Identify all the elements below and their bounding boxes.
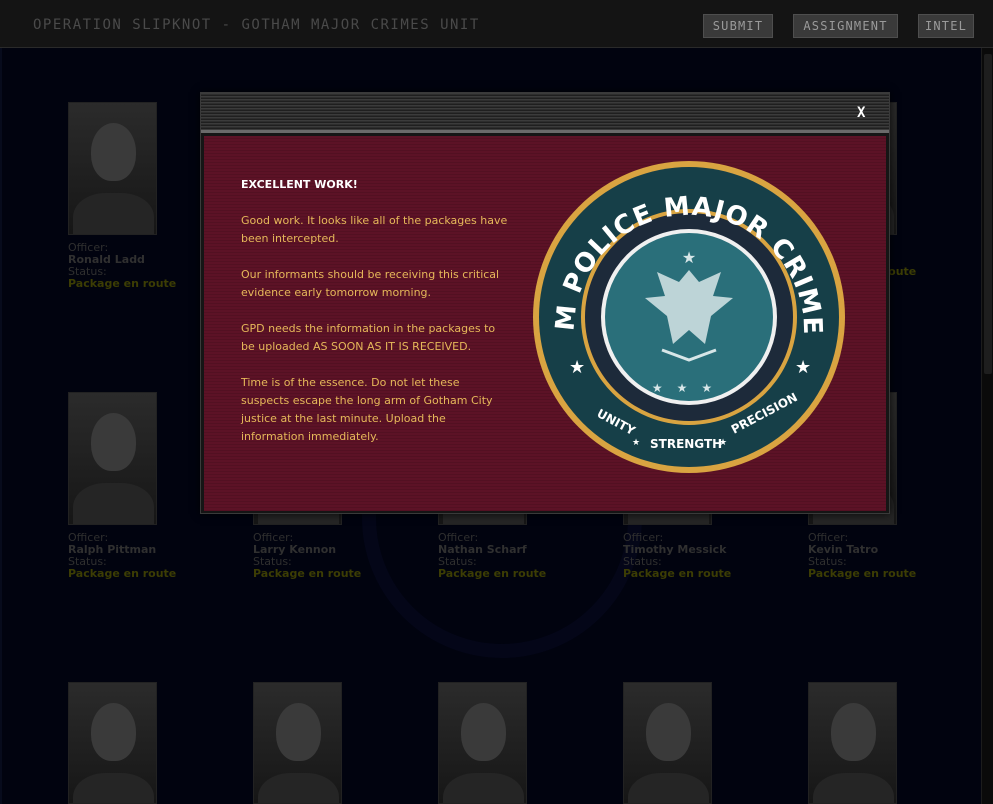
svg-text:★: ★ [795,357,811,378]
officer-card[interactable] [438,682,588,804]
intel-button[interactable]: INTEL [918,14,974,38]
officer-status: Package en route [68,277,177,290]
officer-card[interactable] [808,682,958,804]
officer-photo [68,102,157,235]
scrollbar-thumb[interactable] [984,54,992,374]
seal-word-strength: STRENGTH [650,437,722,451]
officer-photo [808,682,897,804]
svg-text:★★★: ★★★ [652,381,726,395]
vertical-scrollbar[interactable] [981,48,993,804]
dialog-body: EXCELLENT WORK! Good work. It looks like… [204,136,886,511]
officer-card[interactable]: Officer: Ralph Pittman Status: Package e… [68,392,218,580]
svg-text:★: ★ [682,248,696,267]
dialog-titlebar: X [201,93,889,133]
officer-photo [438,682,527,804]
dialog-headline: EXCELLENT WORK! [241,178,358,191]
assignment-button[interactable]: ASSIGNMENT [793,14,898,38]
dialog-paragraph: Our informants should be receiving this … [241,268,500,299]
officer-card[interactable] [253,682,403,804]
officer-status: Package en route [68,567,177,580]
officer-card[interactable] [68,682,218,804]
officer-photo [253,682,342,804]
officer-card[interactable] [623,682,773,804]
svg-text:★: ★ [719,438,727,448]
close-icon[interactable]: X [857,106,869,120]
officer-status: Package en route [438,567,547,580]
officer-photo [68,682,157,804]
officer-status: Package en route [623,567,732,580]
success-dialog: X EXCELLENT WORK! Good work. It looks li… [200,92,890,514]
svg-text:★: ★ [632,438,640,448]
submit-button[interactable]: SUBMIT [703,14,773,38]
page-title: OPERATION SLIPKNOT - GOTHAM MAJOR CRIMES… [33,17,480,33]
officer-card[interactable]: Officer: Ronald Ladd Status: Package en … [68,102,218,290]
dialog-paragraph: Good work. It looks like all of the pack… [241,214,508,245]
dialog-paragraph: Time is of the essence. Do not let these… [241,376,493,443]
top-header: OPERATION SLIPKNOT - GOTHAM MAJOR CRIMES… [0,0,993,48]
officer-status: Package en route [808,567,917,580]
officer-status: Package en route [253,567,362,580]
gotham-police-seal-icon: ★ ★★★ ★ ★ GOTHAM POLICE MAJOR CRIMES UNI… [532,160,845,473]
officer-photo [68,392,157,525]
svg-text:★: ★ [569,357,585,378]
dialog-message: EXCELLENT WORK! Good work. It looks like… [241,176,511,464]
officer-photo [623,682,712,804]
dialog-paragraph: GPD needs the information in the package… [241,322,496,353]
